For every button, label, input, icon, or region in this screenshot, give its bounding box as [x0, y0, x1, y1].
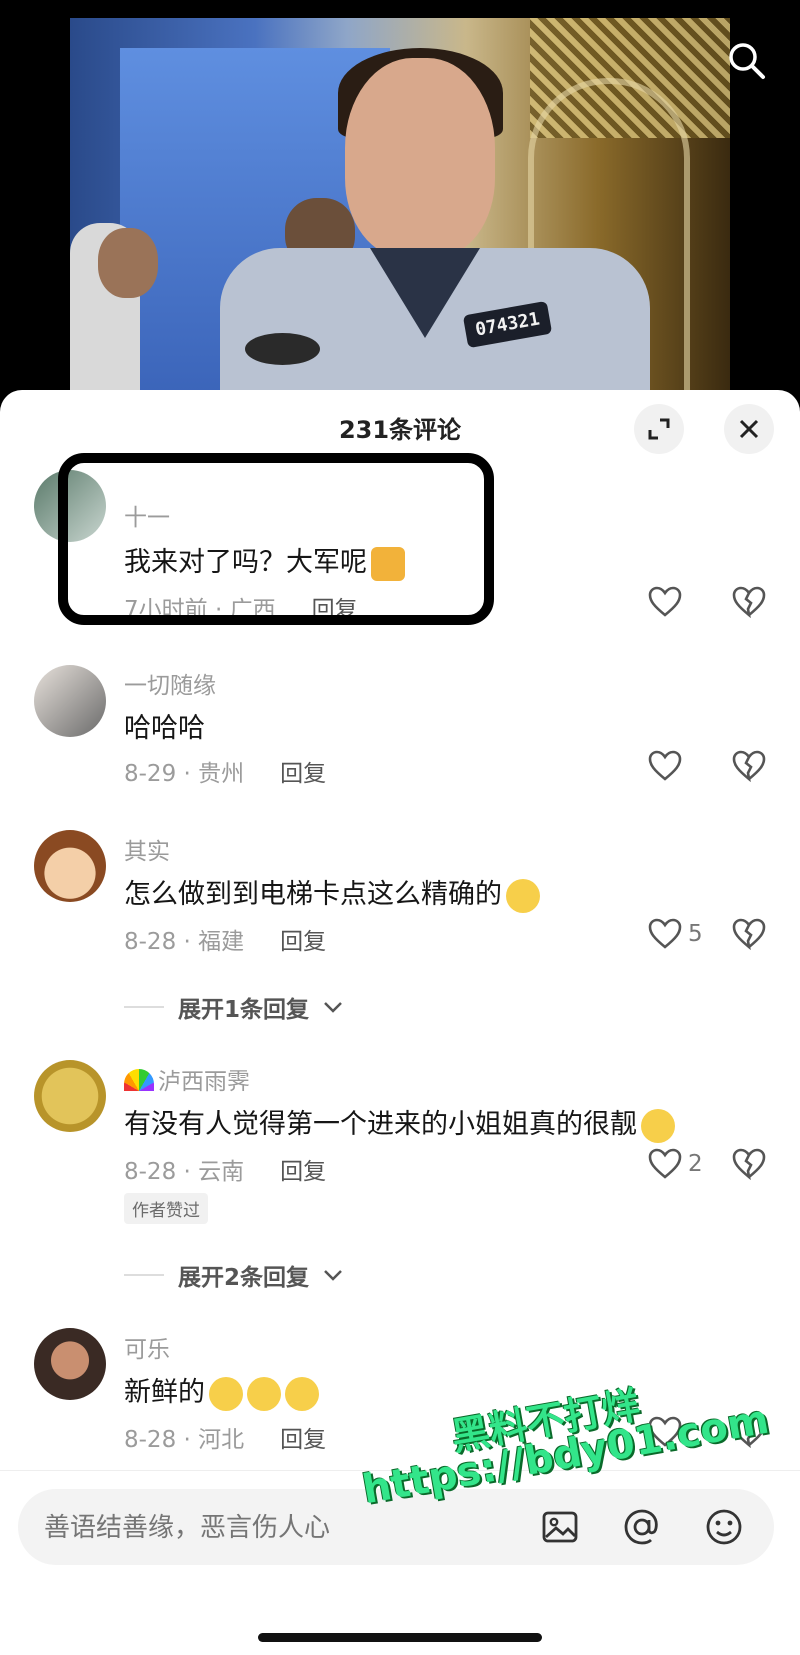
rainbow-icon: [124, 1069, 154, 1091]
comment-text: 有没有人觉得第一个进来的小姐姐真的很靓: [124, 1102, 675, 1143]
comment-username[interactable]: 可乐: [124, 1330, 170, 1364]
avatar[interactable]: [34, 830, 106, 902]
like-button[interactable]: 5: [648, 918, 703, 950]
heart-icon: [648, 750, 682, 781]
comment-username[interactable]: 其实: [124, 832, 170, 866]
reply-button[interactable]: 回复: [280, 1159, 326, 1185]
like-count: 2: [688, 1151, 703, 1177]
comment-username[interactable]: 泸西雨霁: [124, 1062, 250, 1096]
grimacing-emoji-icon: [285, 1376, 319, 1411]
comment-meta: 8-28 · 云南 回复: [124, 1152, 326, 1186]
comment-time-location: 8-29 · 贵州: [124, 761, 245, 787]
video-player[interactable]: 074321: [0, 0, 800, 400]
comment-meta: 8-29 · 贵州 回复: [124, 754, 326, 788]
comment-text-content: 新鲜的: [124, 1377, 205, 1408]
comment-text: 新鲜的: [124, 1370, 319, 1411]
comment-username-text: 泸西雨霁: [158, 1069, 250, 1095]
dislike-button[interactable]: [732, 1148, 766, 1184]
broken-heart-icon: [732, 918, 766, 951]
video-frame: 074321: [70, 18, 730, 400]
grimacing-emoji-icon: [247, 1376, 281, 1411]
avatar[interactable]: [34, 1328, 106, 1400]
reply-button[interactable]: 回复: [280, 761, 326, 787]
like-button[interactable]: [648, 750, 682, 782]
heart-icon: [648, 586, 682, 617]
avatar[interactable]: [34, 665, 106, 737]
highlight-box: [58, 453, 494, 625]
dislike-button[interactable]: [732, 750, 766, 786]
comment-text: 哈哈哈: [124, 713, 205, 744]
heart-icon: [648, 918, 682, 949]
like-button[interactable]: [648, 586, 682, 618]
image-icon[interactable]: [540, 1507, 580, 1547]
reply-button[interactable]: 回复: [280, 1427, 326, 1453]
chevron-down-icon: [324, 1270, 342, 1281]
like-count: 5: [688, 921, 703, 947]
comment-time-location: 8-28 · 河北: [124, 1427, 245, 1453]
broken-heart-icon: [732, 1148, 766, 1181]
dislike-button[interactable]: [732, 918, 766, 954]
comment-input[interactable]: [42, 1489, 526, 1567]
comment-time-location: 8-28 · 福建: [124, 929, 245, 955]
close-icon: [739, 419, 759, 439]
grimacing-emoji-icon: [209, 1376, 243, 1411]
search-icon[interactable]: [726, 40, 766, 80]
expand-replies-label: 展开1条回复: [178, 997, 310, 1023]
comment-username[interactable]: 一切随缘: [124, 666, 216, 700]
like-button[interactable]: 2: [648, 1148, 703, 1180]
broken-heart-icon: [732, 750, 766, 783]
star-struck-emoji-icon: [641, 1108, 675, 1143]
comment-text-content: 怎么做到到电梯卡点这么精确的: [124, 879, 502, 910]
close-button[interactable]: [724, 404, 774, 454]
comment-text-content: 有没有人觉得第一个进来的小姐姐真的很靓: [124, 1109, 637, 1140]
comment-meta: 8-28 · 河北 回复: [124, 1420, 326, 1454]
comment-text: 怎么做到到电梯卡点这么精确的: [124, 872, 540, 913]
cap-emblem: [245, 333, 320, 365]
emoji-icon[interactable]: [704, 1507, 744, 1547]
pleading-face-emoji-icon: [506, 878, 540, 913]
expand-icon: [648, 418, 670, 440]
dislike-button[interactable]: [732, 586, 766, 622]
broken-heart-icon: [732, 586, 766, 619]
expand-button[interactable]: [634, 404, 684, 454]
comment-time-location: 8-28 · 云南: [124, 1159, 245, 1185]
home-indicator[interactable]: [258, 1633, 542, 1642]
mention-icon[interactable]: [622, 1507, 662, 1547]
avatar[interactable]: [34, 1060, 106, 1132]
expand-replies-button[interactable]: 展开2条回复: [124, 1258, 343, 1292]
expand-replies-button[interactable]: 展开1条回复: [124, 990, 343, 1024]
expand-replies-label: 展开2条回复: [178, 1265, 310, 1291]
author-liked-badge: 作者赞过: [124, 1193, 208, 1224]
chevron-down-icon: [324, 1002, 342, 1013]
comment-meta: 8-28 · 福建 回复: [124, 922, 326, 956]
heart-icon: [648, 1148, 682, 1179]
reply-button[interactable]: 回复: [280, 929, 326, 955]
